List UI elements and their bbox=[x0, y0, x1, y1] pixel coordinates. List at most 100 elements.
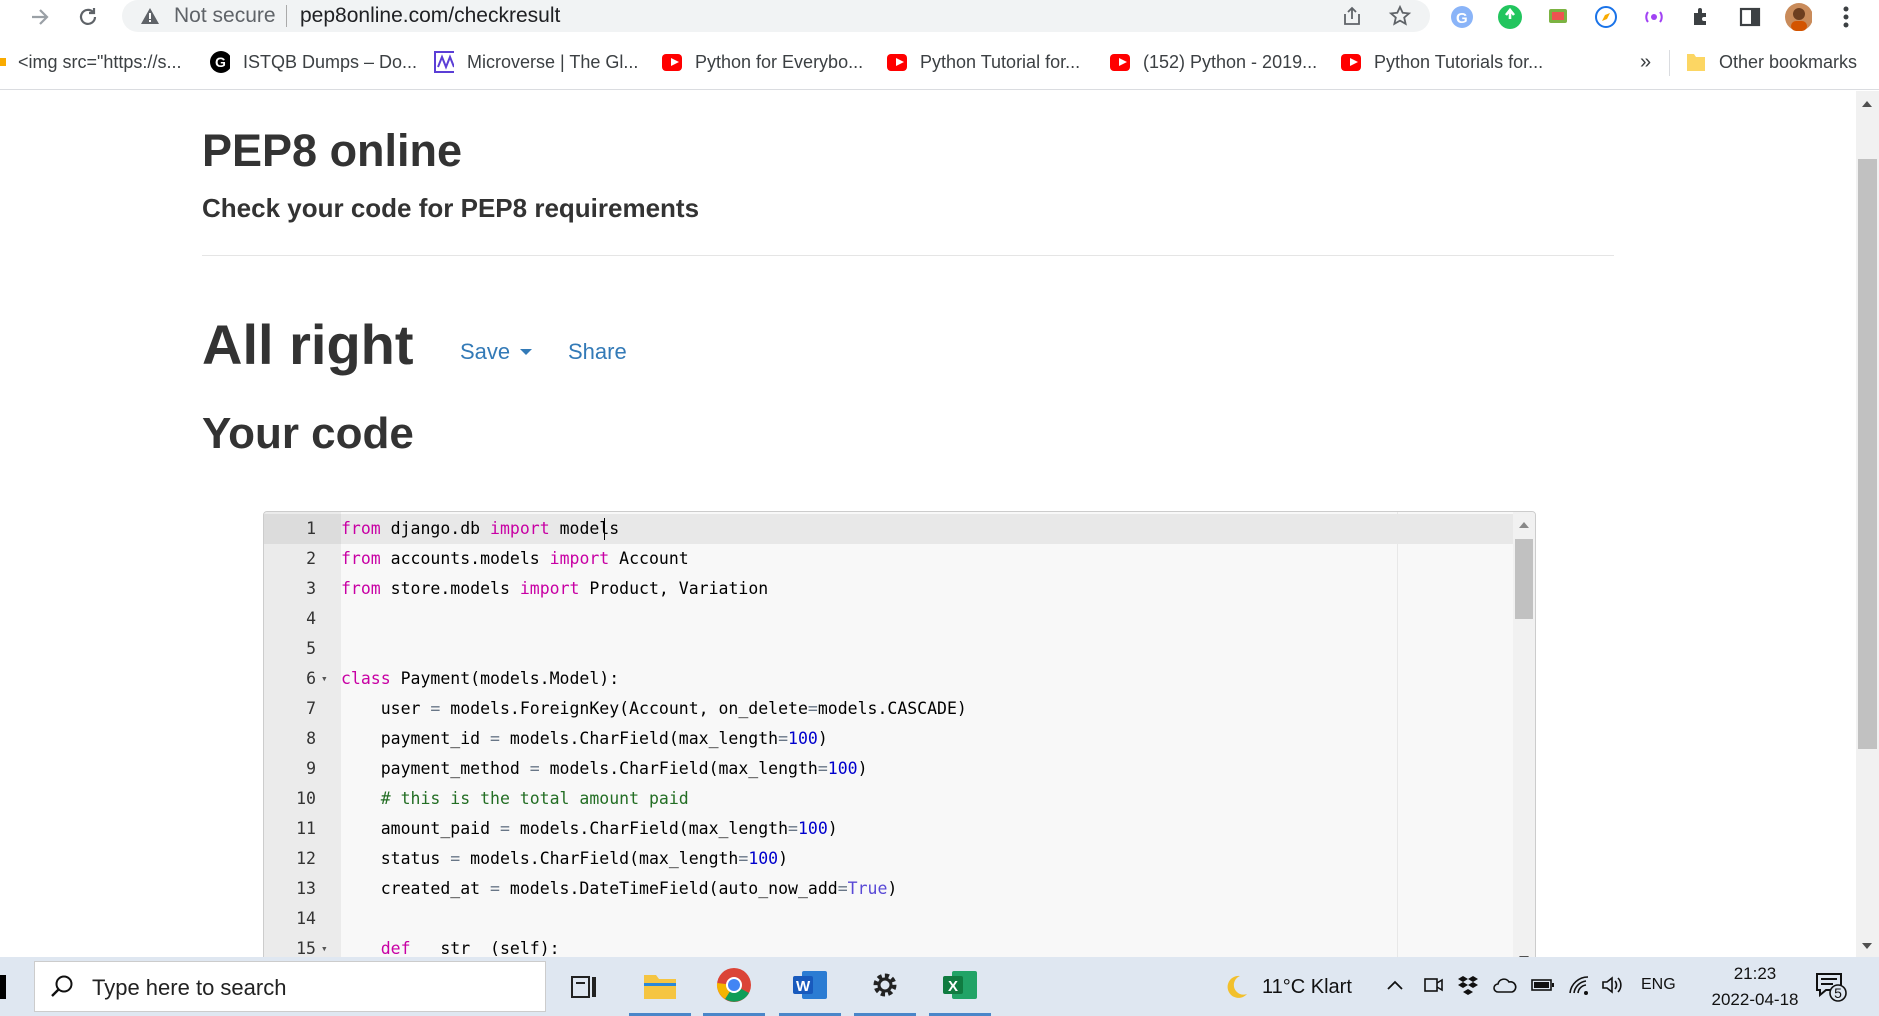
extension-radio-icon[interactable] bbox=[1640, 3, 1668, 31]
code-token: = bbox=[788, 819, 798, 838]
chrome-icon bbox=[716, 968, 751, 1002]
bookmark-istqb[interactable]: G ISTQB Dumps – Do... bbox=[210, 49, 417, 75]
side-panel-icon[interactable] bbox=[1736, 3, 1764, 31]
extensions-puzzle-icon[interactable] bbox=[1688, 3, 1716, 31]
language-indicator[interactable]: ENG bbox=[1641, 976, 1676, 994]
code-line[interactable]: 7 user = models.ForeignKey(Account, on_d… bbox=[264, 694, 1514, 724]
extension-cast-icon[interactable] bbox=[1544, 3, 1572, 31]
code-token: ) bbox=[857, 759, 868, 778]
share-page-icon[interactable] bbox=[1340, 4, 1364, 28]
code-line[interactable]: 2 from accounts.models import Account bbox=[264, 544, 1514, 574]
code-line[interactable]: 8 payment_id = models.CharField(max_leng… bbox=[264, 724, 1514, 754]
fold-toggle-icon[interactable]: ▾ bbox=[321, 664, 328, 694]
wifi-icon[interactable] bbox=[1566, 972, 1592, 998]
bookmark-img-src[interactable]: <img src="https://s... bbox=[0, 49, 181, 75]
youtube-icon bbox=[1110, 52, 1130, 72]
battery-icon[interactable] bbox=[1530, 972, 1556, 998]
bookmark-label: (152) Python - 2019... bbox=[1143, 51, 1318, 72]
omnibox[interactable]: Not secure pep8online.com/checkresult bbox=[122, 0, 1430, 32]
taskbar-excel[interactable]: X bbox=[929, 957, 991, 1016]
weather-widget[interactable]: 11°C Klart bbox=[1220, 970, 1352, 1004]
code-line[interactable]: 10 # this is the total amount paid bbox=[264, 784, 1514, 814]
security-label[interactable]: Not secure bbox=[174, 4, 276, 28]
code-line[interactable]: 9 payment_method = models.CharField(max_… bbox=[264, 754, 1514, 784]
code-line[interactable]: 11 amount_paid = models.CharField(max_le… bbox=[264, 814, 1514, 844]
taskbar-chrome[interactable] bbox=[703, 957, 765, 1016]
code-line[interactable]: 12 status = models.CharField(max_length=… bbox=[264, 844, 1514, 874]
code-line[interactable]: 13 created_at = models.DateTimeField(aut… bbox=[264, 874, 1514, 904]
taskbar-word[interactable]: W bbox=[779, 957, 841, 1016]
bookmark-label: Python Tutorials for... bbox=[1374, 51, 1544, 72]
clock-time[interactable]: 21:23 bbox=[1720, 964, 1790, 984]
code-line[interactable]: 5 bbox=[264, 634, 1514, 664]
youtube-icon bbox=[662, 52, 682, 72]
other-bookmarks-folder[interactable]: Other bookmarks bbox=[1686, 49, 1857, 75]
bookmarks-bar: <img src="https://s... G ISTQB Dumps – D… bbox=[0, 36, 1879, 90]
url-text[interactable]: pep8online.com/checkresult bbox=[300, 4, 560, 28]
volume-icon[interactable] bbox=[1600, 972, 1626, 998]
web-page: PEP8 online Check your code for PEP8 req… bbox=[0, 91, 1856, 957]
onedrive-cloud-icon[interactable] bbox=[1492, 972, 1518, 998]
bookmark-star-icon[interactable] bbox=[1388, 4, 1412, 28]
scroll-up-arrow-icon[interactable] bbox=[1862, 101, 1872, 107]
extension-green-icon[interactable] bbox=[1496, 3, 1524, 31]
taskbar-file-explorer[interactable] bbox=[629, 957, 691, 1016]
code-line[interactable]: 14 bbox=[264, 904, 1514, 934]
code-editor[interactable]: 1 from django.db import models 2 from accou… bbox=[263, 511, 1536, 957]
editor-scrollbar[interactable] bbox=[1513, 512, 1535, 957]
line-number: 11 bbox=[296, 819, 316, 838]
meet-now-icon[interactable] bbox=[1420, 972, 1446, 998]
profile-avatar[interactable] bbox=[1784, 3, 1812, 31]
code-token: = bbox=[817, 759, 828, 778]
save-dropdown[interactable]: Save bbox=[460, 339, 533, 365]
reload-button[interactable] bbox=[72, 2, 104, 32]
word-icon: W bbox=[793, 971, 827, 999]
share-link[interactable]: Share bbox=[568, 339, 627, 365]
extension-compass-icon[interactable] bbox=[1592, 3, 1620, 31]
scroll-down-arrow-icon[interactable] bbox=[1862, 943, 1872, 949]
bookmark-python-tutorials[interactable]: Python Tutorials for... bbox=[1341, 49, 1543, 75]
forward-button[interactable] bbox=[24, 2, 56, 32]
bookmarks-divider bbox=[1669, 50, 1670, 76]
gear-icon bbox=[873, 973, 897, 997]
weather-text: 11°C Klart bbox=[1262, 975, 1352, 998]
bookmark-python-everybody[interactable]: Python for Everybo... bbox=[662, 49, 863, 75]
line-number: 3 bbox=[306, 579, 316, 598]
page-scrollbar[interactable] bbox=[1856, 91, 1879, 957]
code-line[interactable]: 1 from django.db import models bbox=[264, 514, 1514, 544]
page-scroll-thumb[interactable] bbox=[1858, 159, 1877, 749]
dropbox-icon[interactable] bbox=[1455, 972, 1481, 998]
clock-date[interactable]: 2022-04-18 bbox=[1694, 990, 1816, 1010]
editor-scroll-thumb[interactable] bbox=[1515, 539, 1533, 619]
line-number: 8 bbox=[306, 729, 316, 748]
bookmark-python-tutorial[interactable]: Python Tutorial for... bbox=[887, 49, 1080, 75]
task-view-icon bbox=[571, 975, 596, 998]
taskbar-settings[interactable] bbox=[854, 957, 916, 1016]
browser-menu-icon[interactable] bbox=[1832, 3, 1860, 31]
bookmark-generic-icon bbox=[0, 58, 6, 66]
code-line[interactable]: 3 from store.models import Product, Varia… bbox=[264, 574, 1514, 604]
extension-g-icon[interactable]: G bbox=[1448, 3, 1476, 31]
folder-icon bbox=[1686, 52, 1706, 72]
code-line[interactable]: 4 bbox=[264, 604, 1514, 634]
code-token: from bbox=[341, 549, 381, 568]
code-token: ) bbox=[778, 849, 789, 868]
bookmark-python-2019[interactable]: (152) Python - 2019... bbox=[1110, 49, 1317, 75]
arrow-right-icon bbox=[32, 9, 49, 25]
taskbar-search[interactable]: Type here to search bbox=[34, 961, 546, 1012]
bookmark-microverse[interactable]: Microverse | The Gl... bbox=[434, 49, 638, 75]
notification-center-button[interactable]: 5 bbox=[1814, 971, 1850, 1003]
scroll-up-arrow-icon[interactable] bbox=[1519, 522, 1529, 528]
code-token: Account bbox=[609, 549, 689, 568]
code-line[interactable]: 15 ▾ def __str__(self): bbox=[264, 934, 1514, 957]
start-button[interactable] bbox=[0, 975, 6, 999]
microverse-icon bbox=[434, 51, 454, 73]
code-text: def __str__(self): bbox=[341, 934, 560, 957]
code-token: models.CharField(max_length bbox=[539, 759, 818, 778]
chevron-up-icon[interactable] bbox=[1382, 972, 1408, 998]
code-token: def bbox=[380, 939, 411, 957]
code-line[interactable]: 6 ▾ class Payment(models.Model): bbox=[264, 664, 1514, 694]
bookmarks-overflow-button[interactable]: » bbox=[1640, 49, 1651, 75]
task-view-button[interactable] bbox=[553, 957, 615, 1016]
fold-toggle-icon[interactable]: ▾ bbox=[321, 934, 328, 957]
